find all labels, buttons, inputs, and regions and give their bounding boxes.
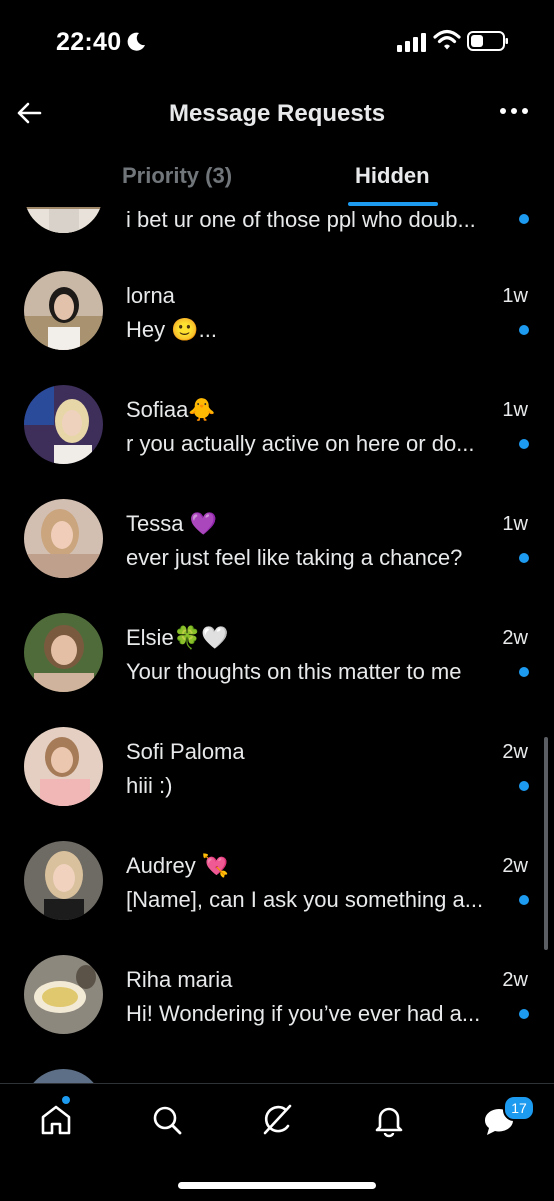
message-time: 2w [502, 627, 528, 649]
conversation-row[interactable]: Audrey 💘 2w [Name], can I ask you someth… [0, 841, 554, 955]
conversation-row[interactable]: lorna 1w Hey 🙂... [0, 271, 554, 385]
message-preview: Your thoughts on this matter to me [126, 659, 462, 684]
conversation-row[interactable] [0, 1069, 554, 1083]
bottom-nav: 17 [0, 1083, 554, 1201]
home-notification-dot [62, 1096, 70, 1104]
tab-bar: Priority (3) Hidden [0, 155, 554, 207]
message-time: 1w [502, 399, 528, 421]
moon-icon [127, 32, 145, 51]
unread-dot [519, 667, 529, 677]
home-icon[interactable] [38, 1102, 74, 1138]
unread-dot [519, 553, 529, 563]
cellular-signal-icon [397, 33, 426, 52]
battery-icon [467, 31, 508, 51]
more-options-icon[interactable] [498, 105, 530, 117]
message-preview: Hey 🙂... [126, 317, 217, 342]
message-time: 2w [502, 741, 528, 763]
message-preview: i bet ur one of those ppl who doub... [126, 207, 476, 232]
message-time: 2w [502, 969, 528, 991]
message-preview: Hi! Wondering if you’ve ever had a... [126, 1001, 481, 1026]
avatar [24, 385, 103, 464]
active-tab-indicator [348, 202, 438, 206]
message-preview: [Name], can I ask you something a... [126, 887, 484, 912]
scrollbar[interactable] [544, 737, 548, 950]
avatar [24, 613, 103, 692]
messages-badge: 17 [503, 1095, 535, 1121]
home-indicator [178, 1182, 376, 1189]
header: Message Requests [0, 90, 554, 140]
conversation-row[interactable]: Tessa 💜 1w ever just feel like taking a … [0, 499, 554, 613]
avatar [24, 841, 103, 920]
message-time: 1w [502, 285, 528, 307]
search-icon[interactable] [149, 1102, 185, 1138]
contact-name: Sofi Paloma [126, 739, 245, 764]
page-title: Message Requests [168, 100, 386, 127]
grok-icon[interactable] [259, 1102, 295, 1138]
unread-dot [519, 781, 529, 791]
avatar [24, 727, 103, 806]
conversation-row[interactable]: Riha maria 2w Hi! Wondering if you’ve ev… [0, 955, 554, 1069]
message-preview: r you actually active on here or do... [126, 431, 475, 456]
avatar [24, 207, 103, 233]
contact-name: Audrey 💘 [126, 853, 230, 878]
status-bar: 22:40 [0, 0, 554, 80]
contact-name: Tessa 💜 [126, 511, 217, 536]
conversation-row[interactable]: Elsie🍀🤍 2w Your thoughts on this matter … [0, 613, 554, 727]
message-preview: hiii :) [126, 773, 173, 798]
contact-name: lorna [126, 283, 175, 308]
unread-dot [519, 325, 529, 335]
avatar [24, 955, 103, 1034]
wifi-icon [433, 29, 461, 50]
message-preview: ever just feel like taking a chance? [126, 545, 463, 570]
message-time: 2w [502, 855, 528, 877]
avatar [24, 499, 103, 578]
avatar [24, 271, 103, 350]
unread-dot [519, 214, 529, 224]
unread-dot [519, 439, 529, 449]
status-time: 22:40 [56, 28, 122, 56]
conversation-row[interactable]: i bet ur one of those ppl who doub... [0, 207, 554, 251]
conversation-row[interactable]: Sofiaa🐥 1w r you actually active on here… [0, 385, 554, 499]
unread-dot [519, 895, 529, 905]
notifications-icon[interactable] [371, 1102, 407, 1138]
contact-name: Elsie🍀🤍 [126, 625, 229, 650]
tab-priority[interactable]: Priority (3) [122, 163, 232, 189]
conversation-row[interactable]: Sofi Paloma 2w hiii :) [0, 727, 554, 841]
message-time: 1w [502, 513, 528, 535]
conversation-list: i bet ur one of those ppl who doub... lo… [0, 207, 554, 1083]
avatar [24, 1069, 103, 1083]
contact-name: Riha maria [126, 967, 233, 992]
tab-hidden[interactable]: Hidden [355, 163, 430, 189]
contact-name: Sofiaa🐥 [126, 397, 216, 422]
unread-dot [519, 1009, 529, 1019]
